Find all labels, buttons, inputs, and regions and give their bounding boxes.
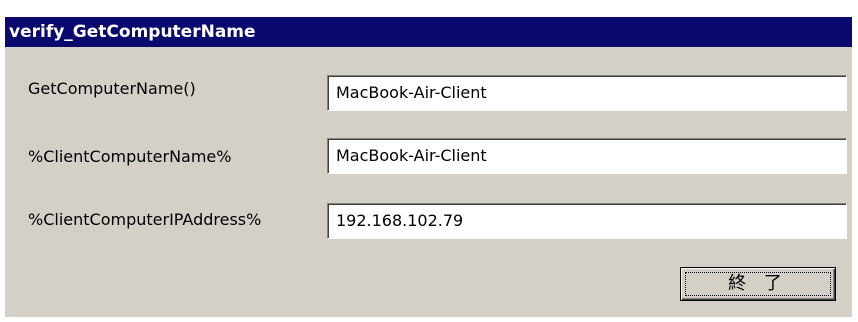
close-button[interactable]: 終 了: [680, 267, 836, 301]
client-computer-name-label: %ClientComputerName%: [28, 147, 232, 166]
window-title[interactable]: verify_GetComputerName: [5, 17, 852, 47]
client-computer-name-field[interactable]: MacBook-Air-Client: [327, 138, 847, 174]
computer-name-label: GetComputerName(): [28, 79, 196, 98]
client-ip-address-field[interactable]: 192.168.102.79: [327, 203, 847, 239]
dialog-window: verify_GetComputerName GetComputerName()…: [5, 17, 852, 317]
focus-rectangle: [685, 272, 831, 296]
client-ip-address-label: %ClientComputerIPAddress%: [28, 210, 262, 229]
computer-name-field[interactable]: MacBook-Air-Client: [327, 75, 847, 111]
